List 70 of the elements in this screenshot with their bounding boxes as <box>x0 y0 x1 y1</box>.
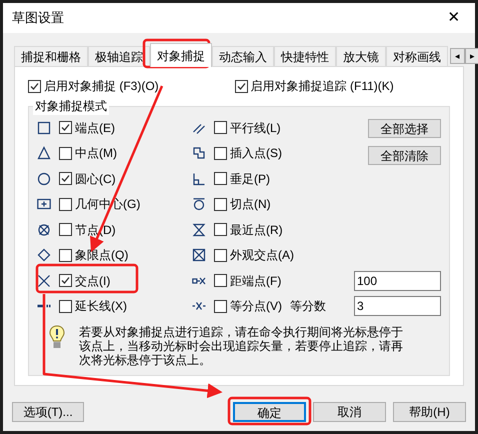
close-button[interactable]: ✕ <box>442 6 466 30</box>
tangent-icon <box>192 197 206 212</box>
ok-button[interactable]: 确定 <box>233 402 306 422</box>
checkbox[interactable] <box>214 146 227 160</box>
window-title: 草图设置 <box>12 9 64 28</box>
checkbox-label: 外观交点(A) <box>230 247 294 264</box>
checkbox[interactable] <box>59 300 72 313</box>
plus-square-icon <box>37 197 51 212</box>
checkbox-label: 启用对象捕捉追踪 (F11)(K) <box>250 78 394 95</box>
tab[interactable]: 对象捕捉 <box>150 43 212 67</box>
checkbox[interactable] <box>214 198 227 211</box>
checkbox-label: 启用对象捕捉 (F3)(O) <box>44 78 159 95</box>
checkbox[interactable] <box>59 146 72 160</box>
options-button[interactable]: 选项(T)... <box>12 402 84 422</box>
select-button[interactable]: 全部选择 <box>368 119 441 138</box>
checkbox[interactable] <box>59 121 72 134</box>
tab[interactable]: 动态输入 <box>212 46 274 66</box>
hint-text: 若要从对象捕捉点进行追踪，请在命令执行期间将光标悬停于该点上，当移动光标时会出现追踪矢量，若要停止追踪，请再次将光标悬停于该点上。 <box>79 325 404 367</box>
tab[interactable]: 放大镜 <box>336 46 386 66</box>
hourglass-icon <box>192 222 206 237</box>
cancel-button[interactable]: 取消 <box>313 402 386 422</box>
checkbox-label: 垂足(P) <box>230 170 270 188</box>
triangle-icon <box>37 146 51 160</box>
number-field[interactable]: 100 <box>354 270 441 291</box>
group-title: 对象捕捉模式 <box>33 97 109 115</box>
number-field[interactable]: 3 <box>354 296 441 316</box>
scroll-tabs-button[interactable]: ▸ <box>465 48 478 64</box>
crossed-box-icon <box>192 248 206 262</box>
checkbox-label: 插入点(S) <box>230 145 282 162</box>
checkbox[interactable] <box>214 300 227 313</box>
circle-icon <box>37 172 51 186</box>
tab[interactable]: 对称画线 <box>386 46 448 66</box>
cross-icon <box>37 274 51 288</box>
checkbox-label: 圆心(C) <box>75 170 116 188</box>
checkbox-label: 象限点(Q) <box>75 247 128 264</box>
checkbox[interactable] <box>59 223 72 236</box>
scroll-tabs-button[interactable]: ◂ <box>450 48 465 64</box>
lightbulb-icon <box>49 325 65 351</box>
checkbox-label: 距端点(F) <box>230 272 282 290</box>
perpendicular-icon <box>192 172 206 186</box>
checkbox-label: 交点(I) <box>75 272 110 290</box>
checkbox[interactable] <box>59 198 72 211</box>
checkbox[interactable] <box>214 248 227 262</box>
tab[interactable]: 快捷特性 <box>274 46 336 66</box>
tab[interactable]: 捕捉和栅格 <box>14 46 88 66</box>
checkbox-label: 最近点(R) <box>230 222 283 239</box>
select-button[interactable]: 全部清除 <box>368 146 441 165</box>
checkbox-label: 中点(M) <box>75 145 117 162</box>
checkbox-label: 平行线(L) <box>230 120 281 137</box>
square-icon <box>37 120 51 135</box>
checkbox-label: 延长线(X) <box>75 298 127 316</box>
help-button[interactable]: 帮助(H) <box>393 402 466 422</box>
crossed-circle-icon <box>37 222 51 237</box>
highlight-frame <box>142 38 210 68</box>
diamond-icon <box>37 248 51 262</box>
checkbox[interactable] <box>214 274 227 288</box>
checkbox[interactable] <box>59 274 72 288</box>
count-label: 等分数 <box>290 298 326 316</box>
checkbox[interactable] <box>234 80 248 92</box>
checkbox-label: 等分点(V) <box>230 298 282 316</box>
checkbox[interactable] <box>59 248 72 262</box>
checkbox-label: 端点(E) <box>75 120 115 137</box>
checkbox[interactable] <box>214 121 227 134</box>
checkbox-label: 切点(N) <box>230 196 271 214</box>
checkbox[interactable] <box>214 223 227 236</box>
tab[interactable]: 极轴追踪 <box>88 46 150 66</box>
checkbox[interactable] <box>28 80 41 92</box>
checkbox[interactable] <box>59 172 72 186</box>
checkbox[interactable] <box>214 172 227 186</box>
insert-icon <box>192 146 206 160</box>
